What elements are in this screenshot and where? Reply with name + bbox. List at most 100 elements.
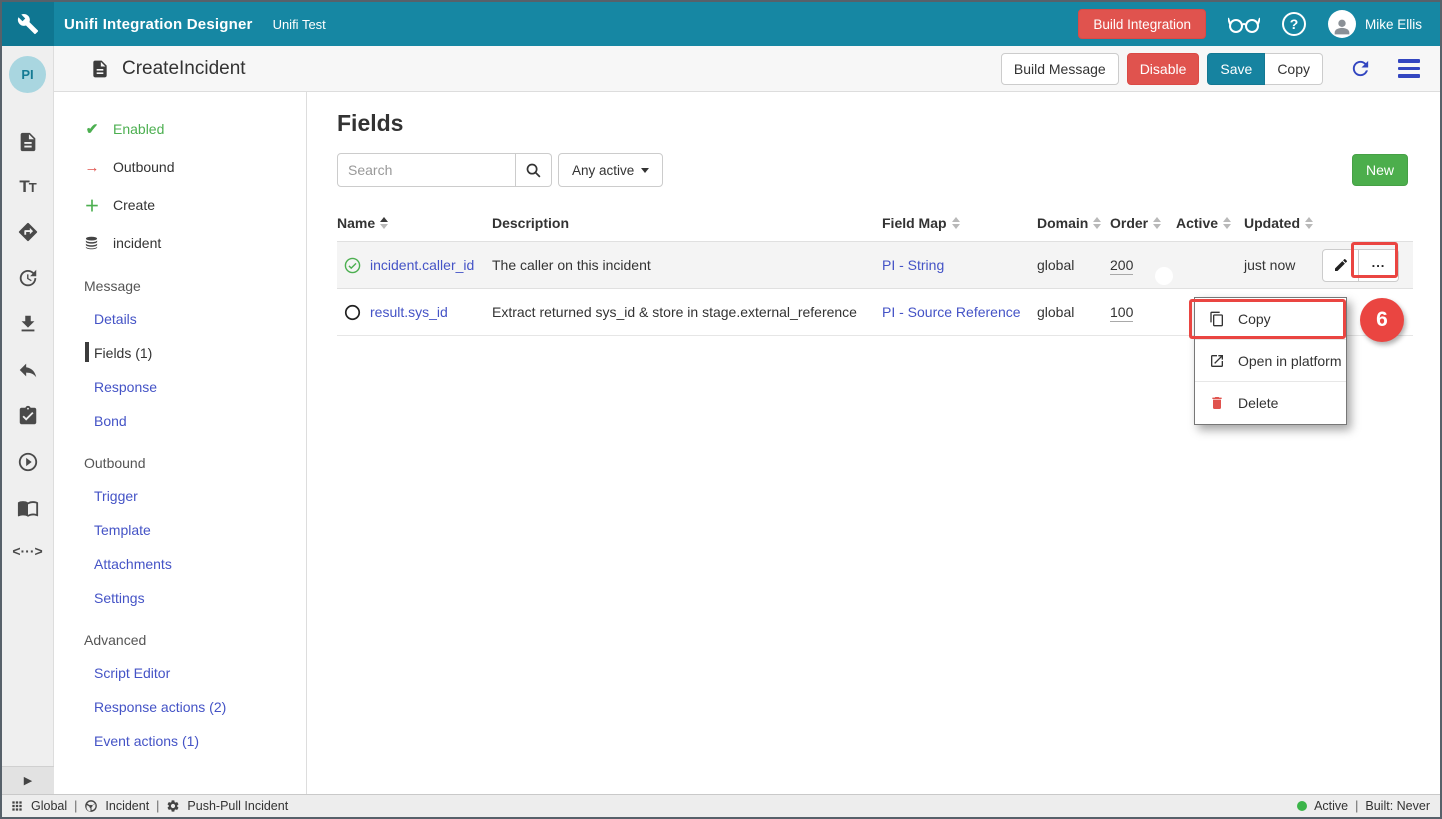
pencil-icon (1333, 257, 1349, 273)
context-menu-open-in-platform[interactable]: Open in platform (1195, 340, 1346, 382)
process-icon (84, 799, 98, 813)
field-order-editable[interactable]: 200 (1110, 257, 1133, 275)
build-integration-button[interactable]: Build Integration (1078, 9, 1206, 39)
table-row: incident.caller_id The caller on this in… (337, 242, 1413, 289)
inactive-circle-icon (344, 304, 361, 321)
search-input[interactable] (337, 153, 516, 187)
sort-asc-icon (380, 217, 388, 229)
column-header-order[interactable]: Order (1110, 215, 1176, 231)
nav-item-response[interactable]: Response (94, 378, 306, 395)
glasses-icon[interactable] (1228, 14, 1260, 34)
table-header-row: Name Description Field Map D (337, 205, 1413, 242)
scope-label[interactable]: Global (31, 799, 67, 813)
nav-section-outbound: Outbound (84, 455, 306, 471)
search-icon (525, 162, 542, 179)
nav-item-incident[interactable]: incident (84, 234, 306, 252)
nav-item-attachments[interactable]: Attachments (94, 555, 306, 572)
field-name-link[interactable]: incident.caller_id (370, 257, 474, 273)
trash-icon (1209, 395, 1225, 411)
column-header-domain[interactable]: Domain (1037, 215, 1110, 231)
update-history-icon[interactable] (17, 267, 39, 289)
column-header-name[interactable]: Name (337, 215, 492, 231)
more-actions-button[interactable]: ... (1359, 249, 1399, 282)
field-updated: just now (1244, 257, 1322, 273)
help-icon[interactable]: ? (1282, 12, 1306, 36)
menu-button[interactable] (1398, 59, 1420, 78)
record-header: CreateIncident Build Message Disable Sav… (54, 46, 1440, 92)
nav-item-details[interactable]: Details (94, 310, 306, 327)
disable-button[interactable]: Disable (1127, 53, 1200, 85)
page-title: CreateIncident (122, 58, 246, 80)
nav-item-script-editor[interactable]: Script Editor (94, 664, 306, 681)
arrow-right-icon: → (84, 159, 100, 176)
nav-item-enabled[interactable]: ✔ Enabled (84, 120, 306, 138)
field-order-editable[interactable]: 100 (1110, 304, 1133, 322)
refresh-button[interactable] (1349, 57, 1372, 80)
sort-icon (1223, 217, 1231, 229)
active-status-dot (1297, 801, 1307, 811)
expand-rail-button[interactable]: ▶ (2, 766, 54, 794)
nav-item-event-actions[interactable]: Event actions (1) (94, 732, 306, 749)
row-context-menu: Copy Open in platform Delete (1194, 297, 1347, 425)
book-icon[interactable] (17, 497, 39, 519)
refresh-icon (1349, 57, 1372, 80)
edit-field-button[interactable] (1322, 249, 1359, 282)
sort-icon (1093, 217, 1101, 229)
save-button[interactable]: Save (1207, 53, 1265, 85)
database-icon (84, 235, 100, 251)
integration-avatar[interactable]: PI (9, 56, 46, 93)
reply-icon[interactable] (17, 359, 39, 381)
top-navbar: Unifi Integration Designer Unifi Test Bu… (2, 2, 1440, 46)
column-header-description[interactable]: Description (492, 215, 882, 231)
nav-item-template[interactable]: Template (94, 521, 306, 538)
document-icon[interactable] (17, 131, 39, 153)
app-logo[interactable] (2, 2, 54, 46)
field-description: The caller on this incident (492, 257, 882, 273)
wrench-icon (17, 13, 39, 35)
nav-section-advanced: Advanced (84, 632, 306, 648)
download-icon[interactable] (17, 313, 39, 335)
directions-icon[interactable] (17, 221, 39, 243)
chevron-down-icon (641, 168, 649, 173)
annotation-step-badge: 6 (1360, 298, 1404, 342)
text-fields-icon[interactable]: TT (19, 177, 35, 197)
nav-item-outbound[interactable]: → Outbound (84, 158, 306, 176)
field-description: Extract returned sys_id & store in stage… (492, 304, 882, 320)
context-menu-delete[interactable]: Delete (1195, 382, 1346, 424)
context-menu-copy[interactable]: Copy (1195, 298, 1346, 340)
nav-item-create[interactable]: ＋ Create (84, 196, 306, 214)
field-map-link[interactable]: PI - Source Reference (882, 304, 1037, 320)
task-check-icon[interactable] (17, 405, 39, 427)
play-circle-icon[interactable] (17, 451, 39, 473)
plus-icon: ＋ (84, 195, 100, 216)
process-label[interactable]: Incident (105, 799, 149, 813)
column-header-field-map[interactable]: Field Map (882, 215, 1037, 231)
search-button[interactable] (516, 153, 552, 187)
message-doc-icon (90, 59, 110, 79)
nav-item-bond[interactable]: Bond (94, 412, 306, 429)
active-status-label: Active (1314, 799, 1348, 813)
external-link-icon (1209, 353, 1225, 369)
field-map-link[interactable]: PI - String (882, 257, 1037, 273)
column-header-active[interactable]: Active (1176, 215, 1244, 231)
code-icon[interactable]: <···> (12, 543, 42, 559)
nav-item-trigger[interactable]: Trigger (94, 487, 306, 504)
nav-item-response-actions[interactable]: Response actions (2) (94, 698, 306, 715)
section-title: Fields (337, 110, 1408, 137)
field-domain: global (1037, 304, 1110, 320)
new-field-button[interactable]: New (1352, 154, 1408, 186)
user-menu[interactable]: Mike Ellis (1328, 10, 1422, 38)
icon-rail: PI TT <···> ▶ (2, 46, 54, 794)
integration-label[interactable]: Push-Pull Incident (187, 799, 288, 813)
message-nav-panel: ✔ Enabled → Outbound ＋ Create (54, 92, 307, 794)
field-name-link[interactable]: result.sys_id (370, 304, 448, 320)
nav-item-settings[interactable]: Settings (94, 589, 306, 606)
copy-record-button[interactable]: Copy (1265, 53, 1323, 85)
build-message-button[interactable]: Build Message (1001, 53, 1119, 85)
gear-icon (166, 799, 180, 813)
column-header-updated[interactable]: Updated (1244, 215, 1322, 231)
sort-icon (1153, 217, 1161, 229)
nav-item-fields[interactable]: Fields (1) (94, 344, 306, 361)
sort-icon (1305, 217, 1313, 229)
active-filter-dropdown[interactable]: Any active (558, 153, 663, 187)
